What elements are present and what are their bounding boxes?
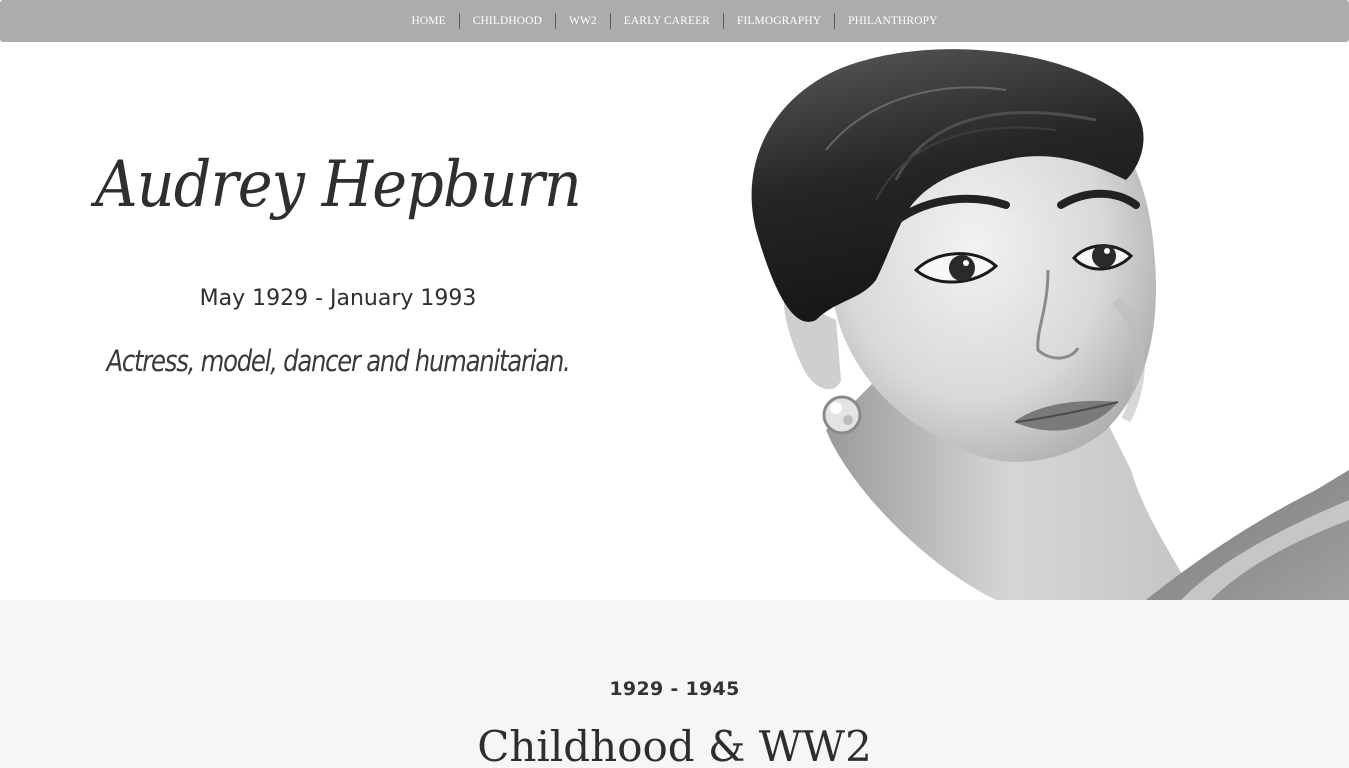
section-title: Childhood & WW2 [477, 722, 872, 768]
hero-dates: May 1929 - January 1993 [199, 286, 477, 311]
childhood-section: 1929 - 1945 Childhood & WW2 [0, 600, 1349, 768]
hero-text-block: Audrey Hepburn May 1929 - January 1993 A… [0, 42, 676, 600]
nav-item-ww2[interactable]: WW2 [555, 13, 610, 29]
nav-menu: HOME CHILDHOOD WW2 EARLY CAREER FILMOGRA… [0, 0, 1349, 42]
section-years: 1929 - 1945 [609, 678, 740, 700]
hero-name-heading: Audrey Hepburn [95, 148, 582, 222]
nav-item-philanthropy[interactable]: PHILANTHROPY [834, 13, 950, 29]
nav-item-childhood[interactable]: CHILDHOOD [458, 13, 555, 29]
nav-item-filmography[interactable]: FILMOGRAPHY [722, 13, 834, 29]
nav-item-early-career[interactable]: EARLY CAREER [609, 13, 723, 29]
top-navbar: HOME CHILDHOOD WW2 EARLY CAREER FILMOGRA… [0, 0, 1349, 42]
hero-tagline: Actress, model, dancer and humanitarian. [106, 344, 570, 378]
portrait-image [751, 49, 1349, 600]
hero-section: Audrey Hepburn May 1929 - January 1993 A… [0, 42, 1349, 600]
nav-item-home[interactable]: HOME [398, 13, 458, 29]
